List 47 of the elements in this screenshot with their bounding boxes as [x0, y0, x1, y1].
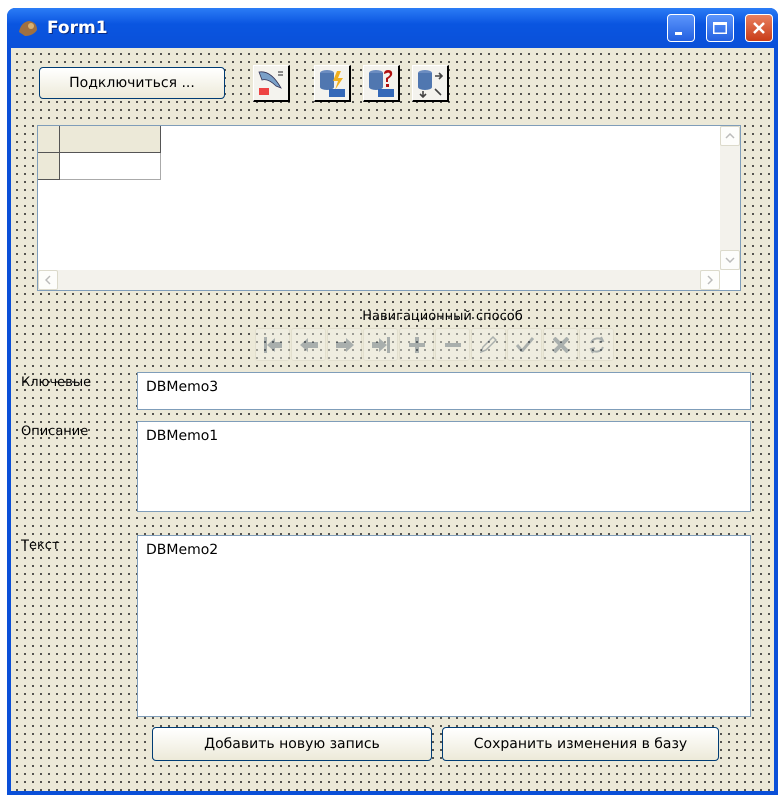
plus-icon: [408, 336, 424, 352]
maximize-button[interactable]: [706, 14, 734, 42]
chevron-up-icon: [725, 133, 735, 139]
close-button[interactable]: [745, 14, 773, 42]
memo-field[interactable]: DBMemo1: [137, 421, 751, 512]
database-icon: [317, 68, 347, 98]
check-icon: [516, 337, 534, 352]
connect-button[interactable]: Подключиться ...: [39, 67, 225, 99]
navigator-label: Навигационный способ: [362, 309, 523, 324]
scroll-left-button[interactable]: [38, 270, 58, 290]
tool-button[interactable]: [253, 64, 290, 102]
grid-indicator-cell: [38, 126, 60, 153]
minimize-icon: [675, 32, 682, 34]
minimize-button[interactable]: [667, 14, 695, 42]
left-arrow-icon: [300, 338, 318, 352]
field-label: Ключевые: [21, 374, 92, 392]
app-icon: [17, 18, 39, 38]
grid-indicator-cell: [38, 153, 60, 180]
cross-icon: [552, 336, 568, 352]
chevron-down-icon: [725, 257, 735, 263]
save-changes-button[interactable]: Сохранить изменения в базу: [442, 727, 719, 761]
field-label: Текст: [21, 537, 61, 555]
memo-field[interactable]: DBMemo2: [137, 535, 751, 717]
vertical-scrollbar[interactable]: [720, 126, 740, 270]
close-icon: [753, 22, 765, 34]
last-record-icon: [372, 336, 390, 352]
scroll-down-button[interactable]: [720, 250, 740, 270]
scroll-right-button[interactable]: [700, 270, 720, 290]
minus-icon: [444, 342, 460, 346]
right-arrow-icon: [336, 338, 354, 352]
tool-button[interactable]: [314, 64, 351, 102]
memo-field[interactable]: DBMemo3: [137, 372, 751, 410]
window-title: Form1: [47, 18, 109, 38]
scroll-up-button[interactable]: [720, 126, 740, 146]
refresh-icon: [588, 336, 604, 354]
horizontal-scrollbar[interactable]: [38, 270, 720, 290]
tool-button[interactable]: [412, 64, 449, 102]
add-record-button[interactable]: Добавить новую запись: [152, 727, 432, 761]
maximize-icon: [713, 22, 727, 34]
chevron-right-icon: [707, 275, 713, 285]
database-icon: [415, 68, 445, 98]
field-label: Описание: [21, 423, 90, 441]
pencil-icon: [480, 336, 497, 353]
tool-button[interactable]: [363, 64, 400, 102]
chevron-left-icon: [45, 275, 51, 285]
first-record-icon: [264, 336, 282, 352]
database-icon: [366, 68, 396, 98]
